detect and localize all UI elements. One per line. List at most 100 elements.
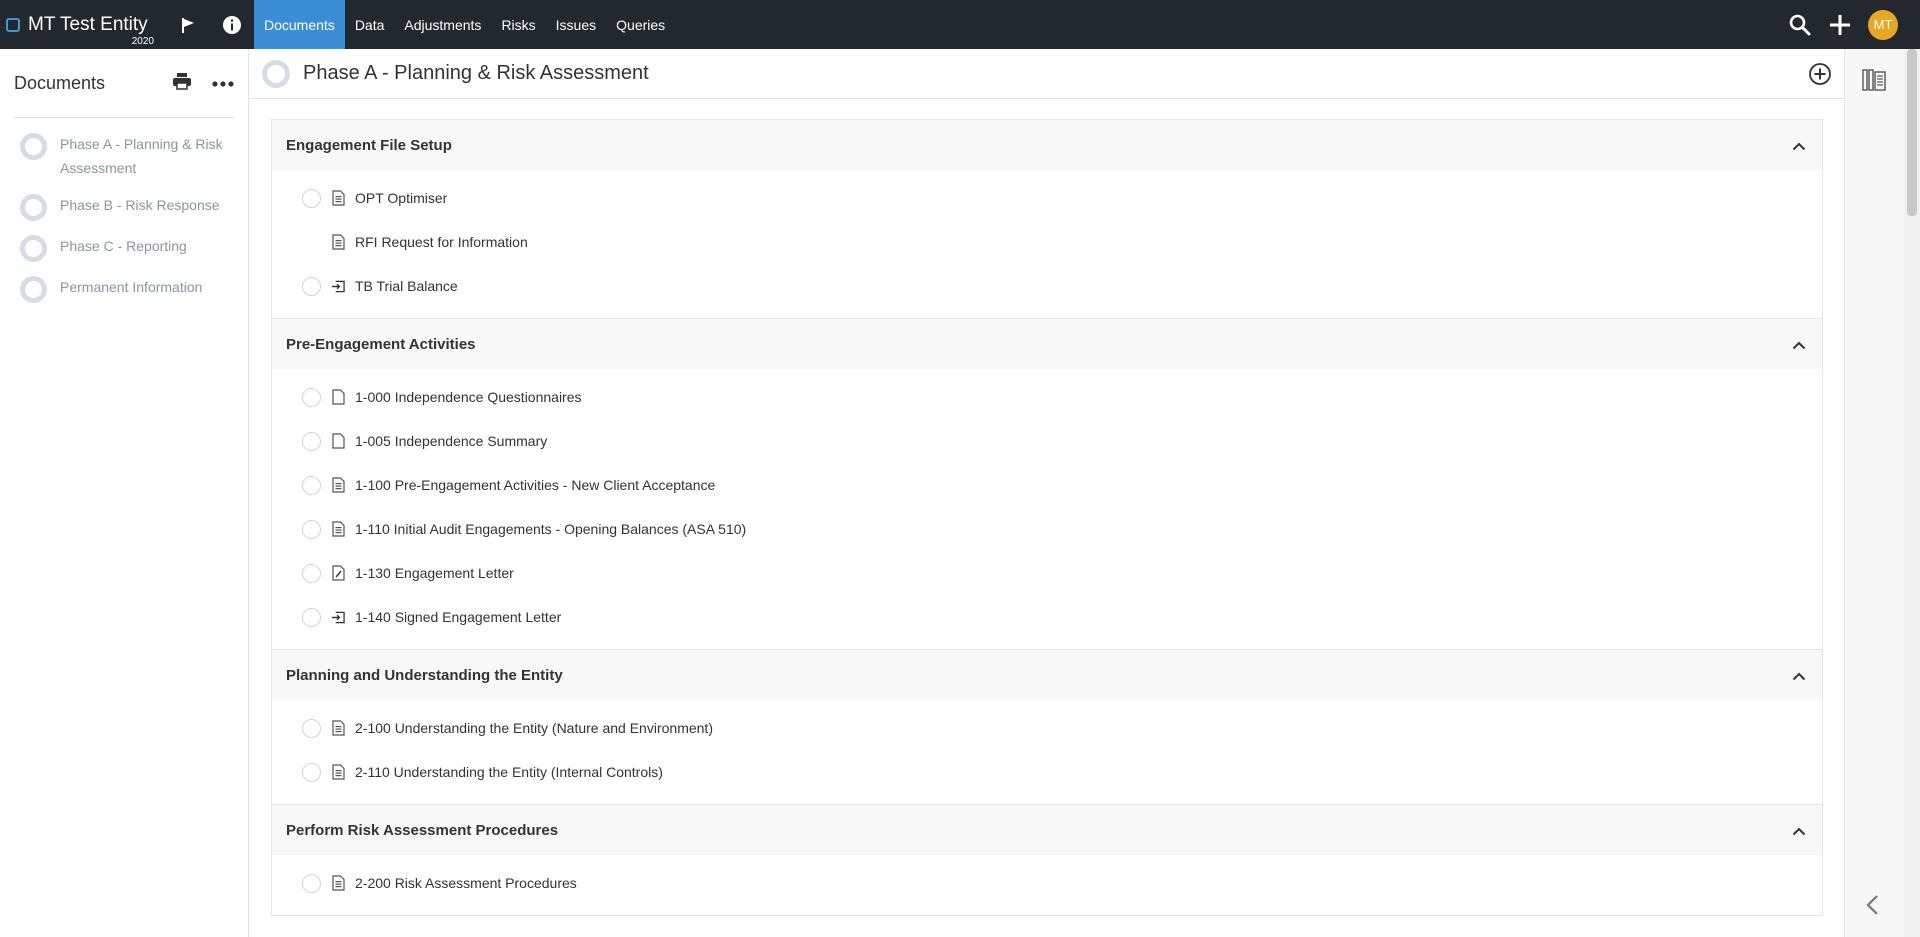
form-icon — [331, 190, 345, 206]
tab-documents[interactable]: Documents — [254, 0, 345, 49]
add-circle-icon[interactable] — [1808, 62, 1832, 91]
status-circle-icon — [262, 59, 290, 88]
section-title: Planning and Understanding the Entity — [286, 666, 563, 684]
status-circle-icon[interactable] — [302, 718, 321, 738]
entity-checkbox-icon — [6, 17, 20, 32]
section-body: 1-000 Independence Questionnaires 1-005 … — [272, 369, 1822, 649]
tab-data[interactable]: Data — [345, 0, 395, 49]
flag-icon[interactable] — [163, 0, 212, 49]
document-row[interactable]: 2-100 Understanding the Entity (Nature a… — [272, 706, 1822, 750]
document-icon — [331, 389, 345, 405]
section-header[interactable]: Planning and Understanding the Entity — [272, 650, 1822, 700]
document-label: 2-200 Risk Assessment Procedures — [355, 875, 577, 891]
chevron-up-icon[interactable] — [1792, 823, 1806, 841]
chevron-up-icon[interactable] — [1792, 138, 1806, 156]
sidebar-item-phase-b[interactable]: Phase B - Risk Response — [0, 193, 248, 221]
document-row[interactable]: OPT Optimiser — [272, 176, 1822, 220]
scrollbar-thumb[interactable] — [1907, 49, 1917, 216]
document-icon — [331, 433, 345, 449]
form-icon — [331, 521, 345, 537]
status-placeholder — [302, 233, 321, 252]
sidebar-item-phase-a[interactable]: Phase A - Planning & Risk Assessment — [0, 132, 248, 180]
document-row[interactable]: 2-200 Risk Assessment Procedures — [272, 861, 1822, 905]
print-icon[interactable] — [172, 72, 192, 95]
document-row[interactable]: 1-005 Independence Summary — [272, 419, 1822, 463]
sidebar-item-phase-c[interactable]: Phase C - Reporting — [0, 234, 248, 262]
section-title: Pre-Engagement Activities — [286, 335, 476, 353]
form-icon — [331, 764, 345, 780]
status-circle-icon — [20, 133, 47, 160]
document-label: 2-110 Understanding the Entity (Internal… — [355, 764, 663, 780]
user-avatar[interactable]: MT — [1868, 9, 1898, 40]
topbar-actions: MT — [1780, 0, 1920, 49]
document-row[interactable]: 1-100 Pre-Engagement Activities - New Cl… — [272, 463, 1822, 507]
entity-switcher[interactable]: MT Test Entity 2020 — [0, 0, 163, 49]
scrollbar[interactable] — [1904, 49, 1920, 937]
status-circle-icon[interactable] — [302, 762, 321, 782]
import-icon — [331, 609, 345, 625]
document-row[interactable]: 1-000 Independence Questionnaires — [272, 375, 1822, 419]
section-header[interactable]: Pre-Engagement Activities — [272, 319, 1822, 369]
documents-sidebar: Documents Phase A - Planning & Risk Asse… — [0, 49, 249, 937]
edit-document-icon — [331, 565, 345, 581]
status-circle-icon — [20, 235, 47, 262]
status-circle-icon — [20, 276, 47, 303]
status-circle-icon[interactable] — [302, 873, 321, 893]
tab-issues[interactable]: Issues — [546, 0, 606, 49]
section-list: Engagement File Setup OPT Optimiser RFI … — [271, 119, 1823, 916]
document-row[interactable]: 1-140 Signed Engagement Letter — [272, 595, 1822, 639]
section-header[interactable]: Perform Risk Assessment Procedures — [272, 805, 1822, 855]
status-circle-icon[interactable] — [302, 519, 321, 539]
section-body: OPT Optimiser RFI Request for Informatio… — [272, 170, 1822, 318]
status-circle-icon[interactable] — [302, 607, 321, 627]
library-icon[interactable] — [1861, 67, 1887, 98]
document-row[interactable]: 1-130 Engagement Letter — [272, 551, 1822, 595]
document-label: TB Trial Balance — [355, 278, 458, 294]
page-title: Phase A - Planning & Risk Assessment — [303, 62, 649, 84]
document-label: 1-000 Independence Questionnaires — [355, 389, 582, 405]
status-circle-icon[interactable] — [302, 431, 321, 451]
status-circle-icon[interactable] — [302, 563, 321, 583]
tab-risks[interactable]: Risks — [491, 0, 545, 49]
tab-queries[interactable]: Queries — [606, 0, 675, 49]
sidebar-item-label: Phase B - Risk Response — [60, 197, 220, 213]
status-circle-icon[interactable] — [302, 188, 321, 208]
document-label: 1-005 Independence Summary — [355, 433, 548, 449]
main-nav: Documents Data Adjustments Risks Issues … — [254, 0, 675, 49]
section-planning-understanding-entity: Planning and Understanding the Entity 2-… — [271, 650, 1823, 805]
status-circle-icon[interactable] — [302, 475, 321, 495]
document-label: 1-100 Pre-Engagement Activities - New Cl… — [355, 477, 716, 493]
collapse-left-icon[interactable] — [1865, 894, 1879, 921]
section-body: 2-200 Risk Assessment Procedures — [272, 855, 1822, 915]
sidebar-item-label: Phase C - Reporting — [60, 238, 187, 254]
document-label: OPT Optimiser — [355, 190, 448, 206]
sidebar-item-label: Phase A - Planning & Risk Assessment — [60, 136, 223, 176]
section-perform-risk-assessment: Perform Risk Assessment Procedures 2-200… — [271, 805, 1823, 916]
status-circle-icon[interactable] — [302, 387, 321, 407]
document-row[interactable]: TB Trial Balance — [272, 264, 1822, 308]
top-bar: MT Test Entity 2020 Documents Data Adjus… — [0, 0, 1920, 49]
form-icon — [331, 875, 345, 891]
more-icon[interactable] — [212, 74, 234, 92]
document-row[interactable]: RFI Request for Information — [272, 220, 1822, 264]
tab-adjustments[interactable]: Adjustments — [394, 0, 491, 49]
page-header: Phase A - Planning & Risk Assessment — [249, 49, 1844, 99]
document-row[interactable]: 2-110 Understanding the Entity (Internal… — [272, 750, 1822, 794]
chevron-up-icon[interactable] — [1792, 337, 1806, 355]
right-panel — [1844, 49, 1904, 937]
sidebar-item-permanent[interactable]: Permanent Information — [0, 275, 248, 303]
main-content: Phase A - Planning & Risk Assessment Eng… — [249, 49, 1844, 937]
search-icon[interactable] — [1780, 0, 1820, 49]
document-label: 1-130 Engagement Letter — [355, 565, 514, 581]
section-title: Engagement File Setup — [286, 136, 452, 154]
plus-icon[interactable] — [1820, 0, 1860, 49]
document-label: 1-110 Initial Audit Engagements - Openin… — [355, 521, 747, 537]
info-icon[interactable] — [212, 0, 252, 49]
chevron-up-icon[interactable] — [1792, 668, 1806, 686]
entity-name: MT Test Entity — [28, 13, 148, 35]
document-row[interactable]: 1-110 Initial Audit Engagements - Openin… — [272, 507, 1822, 551]
section-header[interactable]: Engagement File Setup — [272, 120, 1822, 170]
section-engagement-file-setup: Engagement File Setup OPT Optimiser RFI … — [271, 119, 1823, 319]
import-icon — [331, 278, 345, 294]
status-circle-icon[interactable] — [302, 276, 321, 296]
